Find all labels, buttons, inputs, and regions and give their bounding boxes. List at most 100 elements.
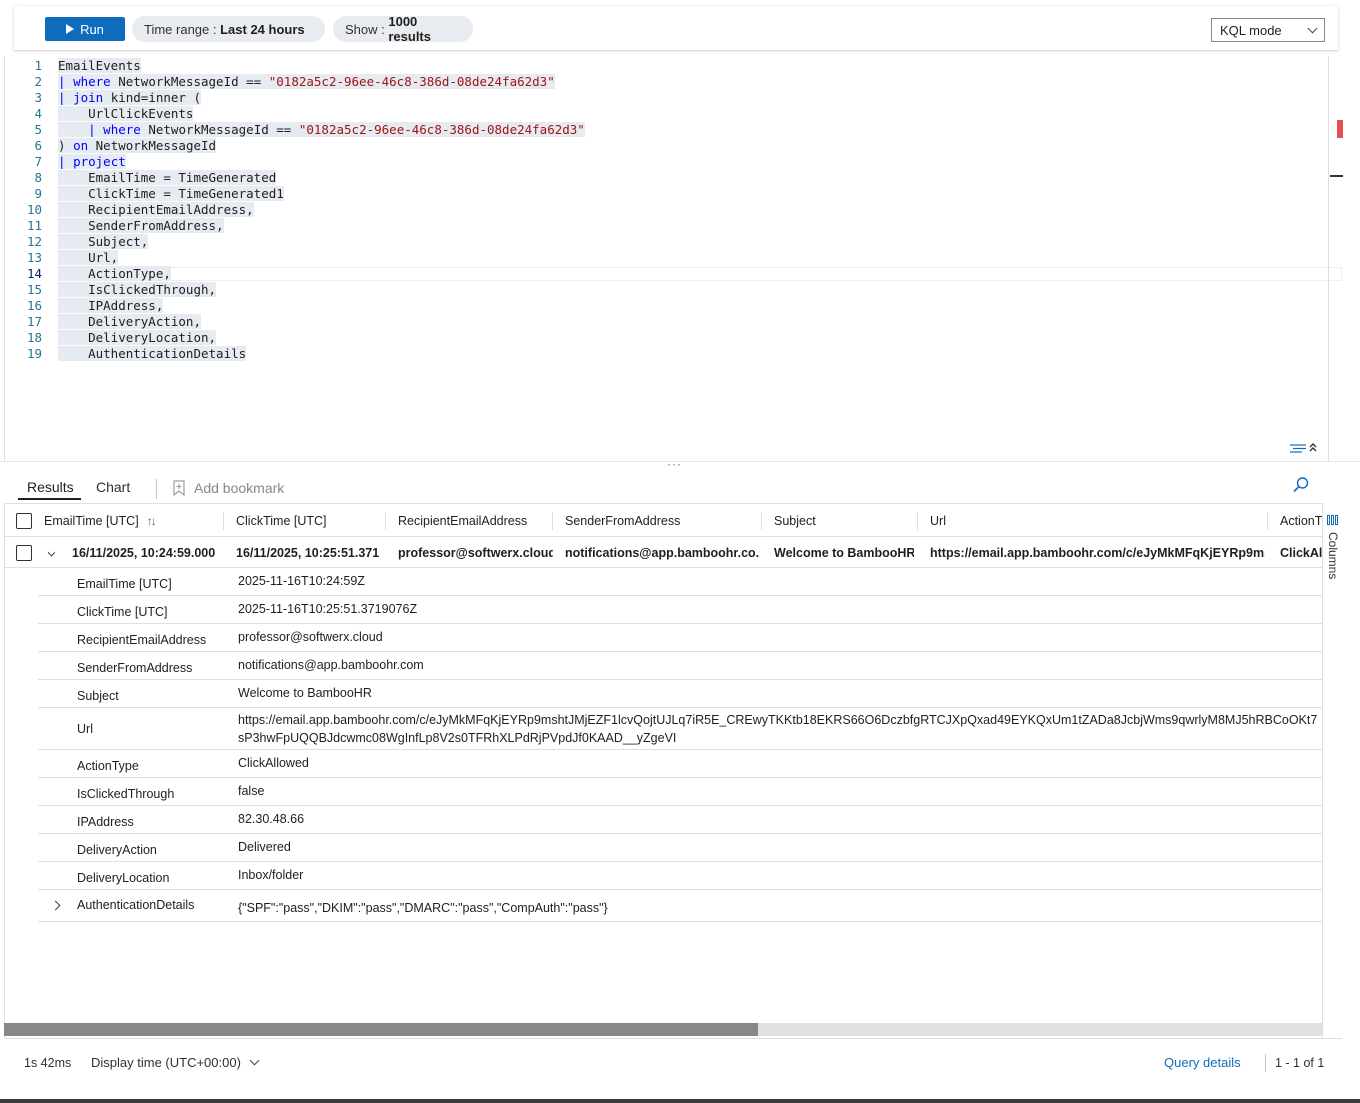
code-line[interactable]: | join kind=inner ( <box>58 90 202 106</box>
editor-scrollbar[interactable] <box>1328 56 1329 461</box>
bookmark-icon <box>173 480 185 496</box>
columns-panel-label[interactable]: Columns <box>1326 532 1340 579</box>
detail-key: DeliveryLocation <box>77 871 170 885</box>
code-line[interactable]: ClickTime = TimeGenerated1 <box>58 186 284 202</box>
line-number: 3 <box>34 90 42 105</box>
column-header-label: RecipientEmailAddress <box>398 513 528 528</box>
grid-header: EmailTime [UTC] ↑↓ ClickTime [UTC] Recip… <box>4 504 1322 537</box>
code-line[interactable]: | where NetworkMessageId == "0182a5c2-96… <box>58 74 555 90</box>
detail-row: Subject Welcome to BambooHR <box>38 680 1322 708</box>
code-line[interactable]: RecipientEmailAddress, <box>58 202 254 218</box>
column-header-emailtime[interactable]: EmailTime [UTC] ↑↓ <box>44 504 224 537</box>
horizontal-scrollbar-thumb[interactable] <box>4 1023 758 1036</box>
line-number: 19 <box>26 346 42 361</box>
column-header-sender[interactable]: SenderFromAddress <box>565 504 760 537</box>
column-divider[interactable] <box>917 512 918 530</box>
time-range-picker[interactable]: Time range : Last 24 hours <box>132 16 325 42</box>
tab-results[interactable]: Results <box>27 479 74 495</box>
select-all-checkbox[interactable] <box>16 512 32 529</box>
code-line[interactable]: IsClickedThrough, <box>58 282 217 298</box>
chevron-down-icon[interactable] <box>48 546 55 556</box>
overview-ruler-error-marker <box>1337 120 1343 138</box>
query-details-link[interactable]: Query details <box>1164 1055 1241 1070</box>
line-number: 15 <box>26 282 42 297</box>
line-number: 10 <box>26 202 42 217</box>
column-header-recipient[interactable]: RecipientEmailAddress <box>398 504 553 537</box>
add-bookmark-button[interactable]: Add bookmark <box>172 480 284 496</box>
detail-value: Delivered <box>238 840 291 854</box>
detail-value: 2025-11-16T10:24:59Z <box>238 574 365 588</box>
column-divider[interactable] <box>761 512 762 530</box>
kql-mode-label: KQL mode <box>1220 22 1282 38</box>
column-header-clicktime[interactable]: ClickTime [UTC] <box>236 504 386 537</box>
code-line[interactable]: | where NetworkMessageId == "0182a5c2-96… <box>58 122 585 138</box>
detail-key: AuthenticationDetails <box>77 898 195 912</box>
code-line[interactable]: DeliveryLocation, <box>58 330 217 346</box>
code-line[interactable]: Subject, <box>58 234 149 250</box>
format-query-icon[interactable] <box>1288 440 1320 456</box>
columns-panel-toggle[interactable] <box>1322 503 1342 1038</box>
code-line[interactable]: ActionType, <box>58 266 171 282</box>
columns-icon[interactable] <box>1327 515 1339 525</box>
detail-key: IsClickedThrough <box>77 787 175 801</box>
line-number: 8 <box>34 170 42 185</box>
sort-icon[interactable]: ↑↓ <box>147 514 157 528</box>
code-line[interactable]: AuthenticationDetails <box>58 346 247 362</box>
code-line[interactable]: SenderFromAddress, <box>58 218 224 234</box>
code-line[interactable]: ) on NetworkMessageId <box>58 138 217 154</box>
results-tabs: Results Chart Add bookmark <box>0 467 1342 503</box>
code-line[interactable]: DeliveryAction, <box>58 314 201 330</box>
line-number: 11 <box>26 218 42 233</box>
table-row[interactable]: 16/11/2025, 10:24:59.000 16/11/2025, 10:… <box>4 538 1322 568</box>
detail-key: RecipientEmailAddress <box>77 633 207 647</box>
time-range-value: Last 24 hours <box>220 21 305 37</box>
line-number: 14 <box>26 266 42 281</box>
detail-value: https://email.app.bamboohr.com/c/eJyMkMF… <box>238 713 1318 745</box>
line-number: 4 <box>34 106 42 121</box>
column-divider[interactable] <box>223 512 224 530</box>
column-header-url[interactable]: Url <box>930 504 1260 537</box>
detail-value: ClickAllowed <box>238 756 309 770</box>
cell-clicktime: 16/11/2025, 10:25:51.371 <box>236 546 380 560</box>
detail-row: Url https://email.app.bamboohr.com/c/eJyM… <box>38 708 1322 750</box>
chevron-right-icon[interactable] <box>50 900 61 911</box>
detail-key: DeliveryAction <box>77 843 157 857</box>
row-checkbox[interactable] <box>16 545 32 561</box>
column-divider[interactable] <box>1267 512 1268 530</box>
result-limit-picker[interactable]: Show : 1000 results <box>333 14 473 44</box>
detail-row: IPAddress 82.30.48.66 <box>38 806 1322 834</box>
code-line[interactable]: UrlClickEvents <box>58 106 194 122</box>
detail-value: Inbox/folder <box>238 868 304 882</box>
column-divider[interactable] <box>552 512 553 530</box>
add-bookmark-label: Add bookmark <box>194 480 285 496</box>
tab-chart[interactable]: Chart <box>96 479 130 495</box>
show-label: Show : <box>345 21 389 37</box>
results-grid: EmailTime [UTC] ↑↓ ClickTime [UTC] Recip… <box>4 503 1322 1023</box>
row-expand-cell <box>48 538 55 568</box>
detail-row: SenderFromAddress notifications@app.bambo… <box>38 652 1322 680</box>
code-line[interactable]: Url, <box>58 250 119 266</box>
kql-mode-dropdown[interactable]: KQL mode <box>1211 18 1325 42</box>
column-divider[interactable] <box>385 512 386 530</box>
line-number: 17 <box>26 314 42 329</box>
run-button[interactable]: Run <box>45 17 125 41</box>
code-line[interactable]: EmailEvents <box>58 58 141 74</box>
detail-value: false <box>238 784 265 798</box>
detail-row: DeliveryAction Delivered <box>38 834 1322 862</box>
display-time-dropdown[interactable]: Display time (UTC+00:00) <box>91 1055 260 1070</box>
code-line[interactable]: EmailTime = TimeGenerated <box>58 170 277 186</box>
detail-row: RecipientEmailAddress professor@softwerx.… <box>38 624 1322 652</box>
pagination-summary: 1 - 1 of 1 <box>1275 1056 1325 1070</box>
cell-emailtime: 16/11/2025, 10:24:59.000 <box>72 546 216 560</box>
column-header-subject[interactable]: Subject <box>774 504 914 537</box>
code-line[interactable]: IPAddress, <box>58 298 164 314</box>
search-icon[interactable] <box>1292 476 1310 494</box>
detail-key: SenderFromAddress <box>77 661 193 675</box>
code-line[interactable]: | project <box>58 154 126 170</box>
column-header-actiontype[interactable]: ActionT <box>1280 504 1322 537</box>
show-value: 1000 results <box>388 14 431 44</box>
detail-row: IsClickedThrough false <box>38 778 1322 806</box>
chevron-down-icon <box>249 1055 260 1066</box>
cell-sender: notifications@app.bamboohr.co... <box>565 546 760 560</box>
detail-value: notifications@app.bamboohr.com <box>238 658 424 672</box>
